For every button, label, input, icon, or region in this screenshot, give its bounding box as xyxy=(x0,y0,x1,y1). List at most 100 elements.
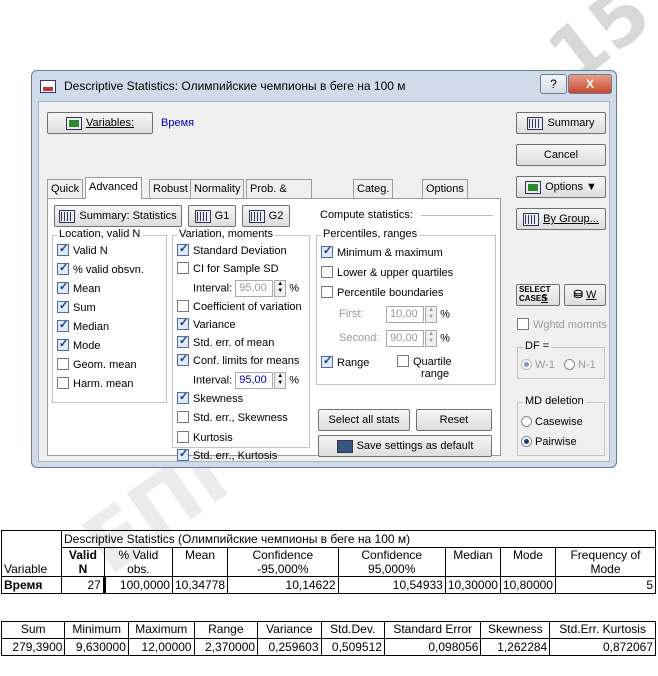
weights-button[interactable]: ⛁ W xyxy=(564,284,606,306)
table-cell: 0,098056 xyxy=(383,638,482,656)
close-button[interactable]: X xyxy=(568,74,612,94)
table-cell: 279,3900 xyxy=(0,638,66,656)
interval2-input[interactable]: 95,00 xyxy=(235,372,274,389)
ci-sample-sd-checkbox[interactable]: CI for Sample SD xyxy=(177,262,279,278)
table-cell: 0,509512 xyxy=(320,638,385,656)
select-cases-button[interactable]: SELECT CASES S xyxy=(516,284,560,306)
column-header: Mode xyxy=(499,547,556,577)
location-checkbox-mode[interactable]: Mode xyxy=(57,337,101,355)
location-checkbox-geom-mean[interactable]: Geom. mean xyxy=(57,358,137,374)
tab-options[interactable]: Options xyxy=(422,179,468,198)
conf-limits-checkbox[interactable]: Conf. limits for means xyxy=(177,352,299,370)
help-button[interactable]: ? xyxy=(540,74,567,94)
std-err-mean-checkbox[interactable]: Std. err. of mean xyxy=(177,334,274,352)
descriptive-stats-dialog: Descriptive Statistics: Олимпийские чемп… xyxy=(31,70,617,468)
variation-group-title: Variation, moments xyxy=(177,228,275,240)
df-n1-radio[interactable]: N-1 xyxy=(564,358,596,374)
advanced-tab-panel: Summary: Statistics G1 G2 Compute statis… xyxy=(47,198,501,462)
title-bar: Descriptive Statistics: Олимпийские чемп… xyxy=(32,71,616,101)
percentiles-group: Percentiles, ranges Minimum & maximum Lo… xyxy=(316,228,496,385)
column-header: Variance xyxy=(257,621,322,639)
variables-value: Время xyxy=(161,117,195,129)
by-group-button[interactable]: By Group... xyxy=(516,208,606,230)
second-percentile-input[interactable]: 90,00 xyxy=(386,330,425,347)
select-all-stats-button[interactable]: Select all stats xyxy=(318,409,410,431)
tab-quick[interactable]: Quick xyxy=(47,179,84,198)
cancel-button[interactable]: Cancel xyxy=(516,144,606,166)
first-percentile-input[interactable]: 10,00 xyxy=(386,306,425,323)
group-icon xyxy=(523,212,540,226)
table-cell: 10,54933 xyxy=(337,576,446,594)
table-cell: 100,0000 xyxy=(103,576,173,594)
kurtosis-checkbox[interactable]: Kurtosis xyxy=(177,431,233,447)
column-header: Maximum xyxy=(127,621,195,639)
table-cell: 10,30000 xyxy=(444,576,501,594)
tab-robust[interactable]: Robust xyxy=(149,179,192,198)
options-icon xyxy=(525,180,542,194)
summary-statistics-button[interactable]: Summary: Statistics xyxy=(54,205,182,227)
variables-button[interactable]: Variables: xyxy=(47,112,153,134)
coefficient-variation-checkbox[interactable]: Coefficient of variation xyxy=(177,300,302,316)
location-checkbox-valid-obsvn[interactable]: % valid obsvn. xyxy=(57,261,144,279)
tab-advanced[interactable]: Advanced xyxy=(85,177,142,199)
g2-button[interactable]: G2 xyxy=(242,205,290,227)
std-err-kurtosis-checkbox[interactable]: Std. err., Kurtosis xyxy=(177,447,277,465)
g1-button[interactable]: G1 xyxy=(188,205,236,227)
save-defaults-button[interactable]: Save settings as default xyxy=(318,435,492,457)
table-cell: 1,262284 xyxy=(480,638,551,656)
md-deletion-group: MD deletion Casewise Pairwise xyxy=(517,395,605,456)
quartiles-checkbox[interactable]: Lower & upper quartiles xyxy=(321,266,453,282)
chart-icon xyxy=(194,209,211,223)
df-w1-radio[interactable]: W-1 xyxy=(521,358,555,374)
tab-prob-scatterplots[interactable]: Prob. & Scatterplots xyxy=(246,179,313,213)
first-percentile-spinner[interactable]: ▲ ▼ xyxy=(425,306,438,323)
options-button[interactable]: Options ▼ xyxy=(516,176,606,198)
column-header: Frequency of Mode xyxy=(554,547,657,577)
row-label: Время xyxy=(1,576,62,594)
descriptive-stats-table: Variable Descriptive Statistics (Олимпий… xyxy=(1,530,657,594)
location-checkbox-sum[interactable]: Sum xyxy=(57,299,96,317)
column-header: Valid N xyxy=(61,547,105,577)
location-checkbox-median[interactable]: Median xyxy=(57,318,109,336)
pairwise-radio[interactable]: Pairwise xyxy=(521,435,577,451)
percentile-boundaries-checkbox[interactable]: Percentile boundaries xyxy=(321,286,443,302)
quartile-range-checkbox[interactable]: Quartile range xyxy=(397,355,452,380)
table-icon xyxy=(527,116,544,130)
first-percentile-field: First: 10,00 ▲ ▼ % xyxy=(339,306,450,323)
window-title: Descriptive Statistics: Олимпийские чемп… xyxy=(64,79,406,93)
interval1-input[interactable]: 95,00 xyxy=(235,280,274,297)
column-header: Minimum xyxy=(64,621,129,639)
column-header: Std.Err. Kurtosis xyxy=(549,621,656,639)
range-checkbox[interactable]: Range xyxy=(321,354,369,372)
casewise-radio[interactable]: Casewise xyxy=(521,415,583,431)
table-cell: 9,630000 xyxy=(64,638,129,656)
table-cell: 0,872067 xyxy=(549,638,656,656)
percentiles-group-title: Percentiles, ranges xyxy=(321,228,420,240)
df-group-title: DF = xyxy=(523,340,552,352)
compute-statistics-label: Compute statistics: xyxy=(320,209,413,221)
location-checkbox-harm-mean[interactable]: Harm. mean xyxy=(57,377,134,393)
interval1-spinner[interactable]: ▲ ▼ xyxy=(274,280,287,297)
table-cell: 0,259603 xyxy=(257,638,322,656)
min-max-checkbox[interactable]: Minimum & maximum xyxy=(321,244,443,262)
summary-button[interactable]: Summary xyxy=(516,112,606,134)
second-percentile-spinner[interactable]: ▲ ▼ xyxy=(425,330,438,347)
column-header: Confidence 95,000% xyxy=(337,547,446,577)
skewness-checkbox[interactable]: Skewness xyxy=(177,390,243,408)
location-checkbox-mean[interactable]: Mean xyxy=(57,280,101,298)
interval1-field: Interval: 95,00 ▲ ▼ % xyxy=(193,280,299,297)
compute-divider xyxy=(421,215,493,216)
weighted-moments-checkbox[interactable]: Wghtd momnts xyxy=(517,318,607,334)
tab-categ-plots[interactable]: Categ. plots xyxy=(353,179,394,213)
variance-checkbox[interactable]: Variance xyxy=(177,316,236,334)
interval2-spinner[interactable]: ▲ ▼ xyxy=(274,372,287,389)
reset-button[interactable]: Reset xyxy=(416,409,492,431)
variable-header: Variable xyxy=(1,530,62,577)
tab-normality[interactable]: Normality xyxy=(190,179,245,198)
std-err-skewness-checkbox[interactable]: Std. err., Skewness xyxy=(177,411,288,427)
interval2-field: Interval: 95,00 ▲ ▼ % xyxy=(193,372,299,389)
location-checkbox-valid-n[interactable]: Valid N xyxy=(57,242,108,260)
md-deletion-title: MD deletion xyxy=(523,395,586,407)
variation-group: Variation, moments Standard Deviation CI… xyxy=(172,228,310,462)
standard-deviation-checkbox[interactable]: Standard Deviation xyxy=(177,242,287,260)
